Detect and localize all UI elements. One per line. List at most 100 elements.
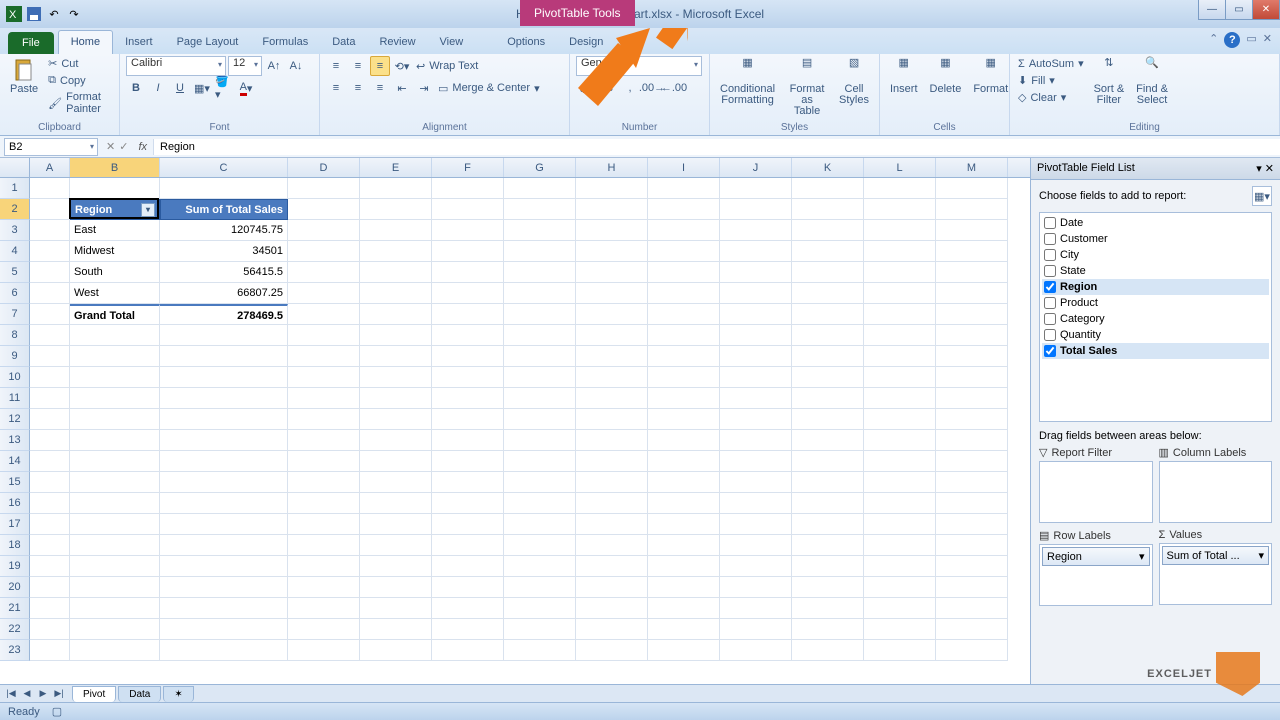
autosum-button[interactable]: ΣAutoSum▾ bbox=[1016, 56, 1086, 71]
field-item[interactable]: Total Sales bbox=[1042, 343, 1269, 359]
shrink-font-button[interactable]: A↓ bbox=[286, 56, 306, 76]
cell[interactable] bbox=[648, 619, 720, 640]
cell[interactable] bbox=[648, 367, 720, 388]
find-select-button[interactable]: 🔍Find & Select bbox=[1132, 56, 1172, 108]
conditional-formatting-button[interactable]: ▦Conditional Formatting bbox=[716, 56, 779, 108]
cell[interactable] bbox=[70, 493, 160, 514]
cell[interactable] bbox=[792, 262, 864, 283]
increase-indent-button[interactable]: ⇥ bbox=[414, 78, 434, 98]
cell[interactable] bbox=[30, 283, 70, 304]
cell[interactable] bbox=[576, 430, 648, 451]
field-item[interactable]: Date bbox=[1042, 215, 1269, 231]
cell[interactable] bbox=[936, 598, 1008, 619]
cell[interactable] bbox=[792, 409, 864, 430]
underline-button[interactable]: U bbox=[170, 78, 190, 98]
fx-icon[interactable]: fx bbox=[132, 141, 153, 153]
cell[interactable] bbox=[288, 640, 360, 661]
cell[interactable] bbox=[936, 640, 1008, 661]
cell[interactable] bbox=[648, 598, 720, 619]
save-icon[interactable] bbox=[26, 6, 42, 22]
cell[interactable] bbox=[864, 220, 936, 241]
tab-options[interactable]: Options bbox=[495, 31, 557, 54]
cell[interactable] bbox=[576, 598, 648, 619]
cell[interactable] bbox=[288, 283, 360, 304]
cell[interactable] bbox=[648, 388, 720, 409]
cell[interactable] bbox=[70, 346, 160, 367]
cell[interactable] bbox=[648, 493, 720, 514]
percent-format-button[interactable]: % bbox=[598, 78, 618, 98]
cell[interactable] bbox=[70, 640, 160, 661]
field-item[interactable]: Quantity bbox=[1042, 327, 1269, 343]
cell[interactable] bbox=[648, 199, 720, 220]
cell[interactable] bbox=[720, 409, 792, 430]
cell[interactable]: West bbox=[70, 283, 160, 304]
cell[interactable] bbox=[864, 598, 936, 619]
cell[interactable] bbox=[792, 220, 864, 241]
cell[interactable] bbox=[432, 367, 504, 388]
cell[interactable] bbox=[432, 178, 504, 199]
layout-options-button[interactable]: ▦▾ bbox=[1252, 186, 1272, 206]
cell[interactable] bbox=[432, 577, 504, 598]
report-filter-well[interactable] bbox=[1039, 461, 1153, 523]
sort-filter-button[interactable]: ⇅Sort & Filter bbox=[1090, 56, 1129, 108]
field-list[interactable]: DateCustomerCityStateRegionProductCatego… bbox=[1039, 212, 1272, 422]
align-left-button[interactable]: ≡ bbox=[326, 78, 346, 98]
cell[interactable] bbox=[432, 304, 504, 325]
cell[interactable] bbox=[648, 514, 720, 535]
cell[interactable] bbox=[792, 619, 864, 640]
cell[interactable] bbox=[360, 199, 432, 220]
cell[interactable] bbox=[360, 220, 432, 241]
format-as-table-button[interactable]: ▤Format as Table bbox=[783, 56, 831, 119]
cell[interactable] bbox=[30, 430, 70, 451]
cell[interactable] bbox=[160, 451, 288, 472]
cell[interactable] bbox=[432, 514, 504, 535]
cell[interactable] bbox=[648, 262, 720, 283]
column-header[interactable]: C bbox=[160, 158, 288, 177]
enter-formula-icon[interactable]: ✓ bbox=[119, 140, 128, 153]
row-header[interactable]: 17 bbox=[0, 514, 30, 535]
italic-button[interactable]: I bbox=[148, 78, 168, 98]
cell[interactable] bbox=[864, 619, 936, 640]
last-sheet-button[interactable]: ▶| bbox=[52, 688, 66, 699]
cell[interactable] bbox=[30, 325, 70, 346]
cell[interactable] bbox=[864, 199, 936, 220]
delete-cells-button[interactable]: ▦Delete bbox=[926, 56, 966, 97]
font-color-button[interactable]: A▾ bbox=[236, 78, 256, 98]
cell[interactable] bbox=[576, 388, 648, 409]
cell[interactable] bbox=[70, 598, 160, 619]
cell[interactable] bbox=[792, 598, 864, 619]
cell[interactable] bbox=[70, 556, 160, 577]
row-header[interactable]: 9 bbox=[0, 346, 30, 367]
cell[interactable]: 278469.5 bbox=[160, 304, 288, 325]
workbook-close-icon[interactable]: ✕ bbox=[1263, 32, 1272, 48]
cell[interactable] bbox=[504, 472, 576, 493]
column-header[interactable]: F bbox=[432, 158, 504, 177]
row-header[interactable]: 19 bbox=[0, 556, 30, 577]
minimize-ribbon-icon[interactable]: ⌃ bbox=[1209, 32, 1218, 48]
cell[interactable] bbox=[720, 640, 792, 661]
cell[interactable] bbox=[504, 493, 576, 514]
cell[interactable] bbox=[504, 262, 576, 283]
cell[interactable] bbox=[30, 388, 70, 409]
cell[interactable] bbox=[720, 241, 792, 262]
cell[interactable] bbox=[936, 199, 1008, 220]
cell[interactable] bbox=[936, 178, 1008, 199]
field-item[interactable]: City bbox=[1042, 247, 1269, 263]
cell[interactable] bbox=[504, 514, 576, 535]
cell[interactable] bbox=[30, 220, 70, 241]
cell[interactable] bbox=[720, 535, 792, 556]
cell[interactable] bbox=[432, 640, 504, 661]
cell[interactable] bbox=[576, 346, 648, 367]
cell[interactable] bbox=[864, 451, 936, 472]
cell[interactable] bbox=[288, 220, 360, 241]
cell[interactable] bbox=[30, 493, 70, 514]
cell[interactable] bbox=[30, 178, 70, 199]
cell[interactable] bbox=[504, 283, 576, 304]
row-header[interactable]: 11 bbox=[0, 388, 30, 409]
column-header[interactable]: E bbox=[360, 158, 432, 177]
cell-styles-button[interactable]: ▧Cell Styles bbox=[835, 56, 873, 108]
format-painter-button[interactable]: 🖌Format Painter bbox=[46, 90, 113, 116]
minimize-button[interactable]: — bbox=[1198, 0, 1226, 20]
cell[interactable] bbox=[70, 367, 160, 388]
cell[interactable] bbox=[576, 178, 648, 199]
